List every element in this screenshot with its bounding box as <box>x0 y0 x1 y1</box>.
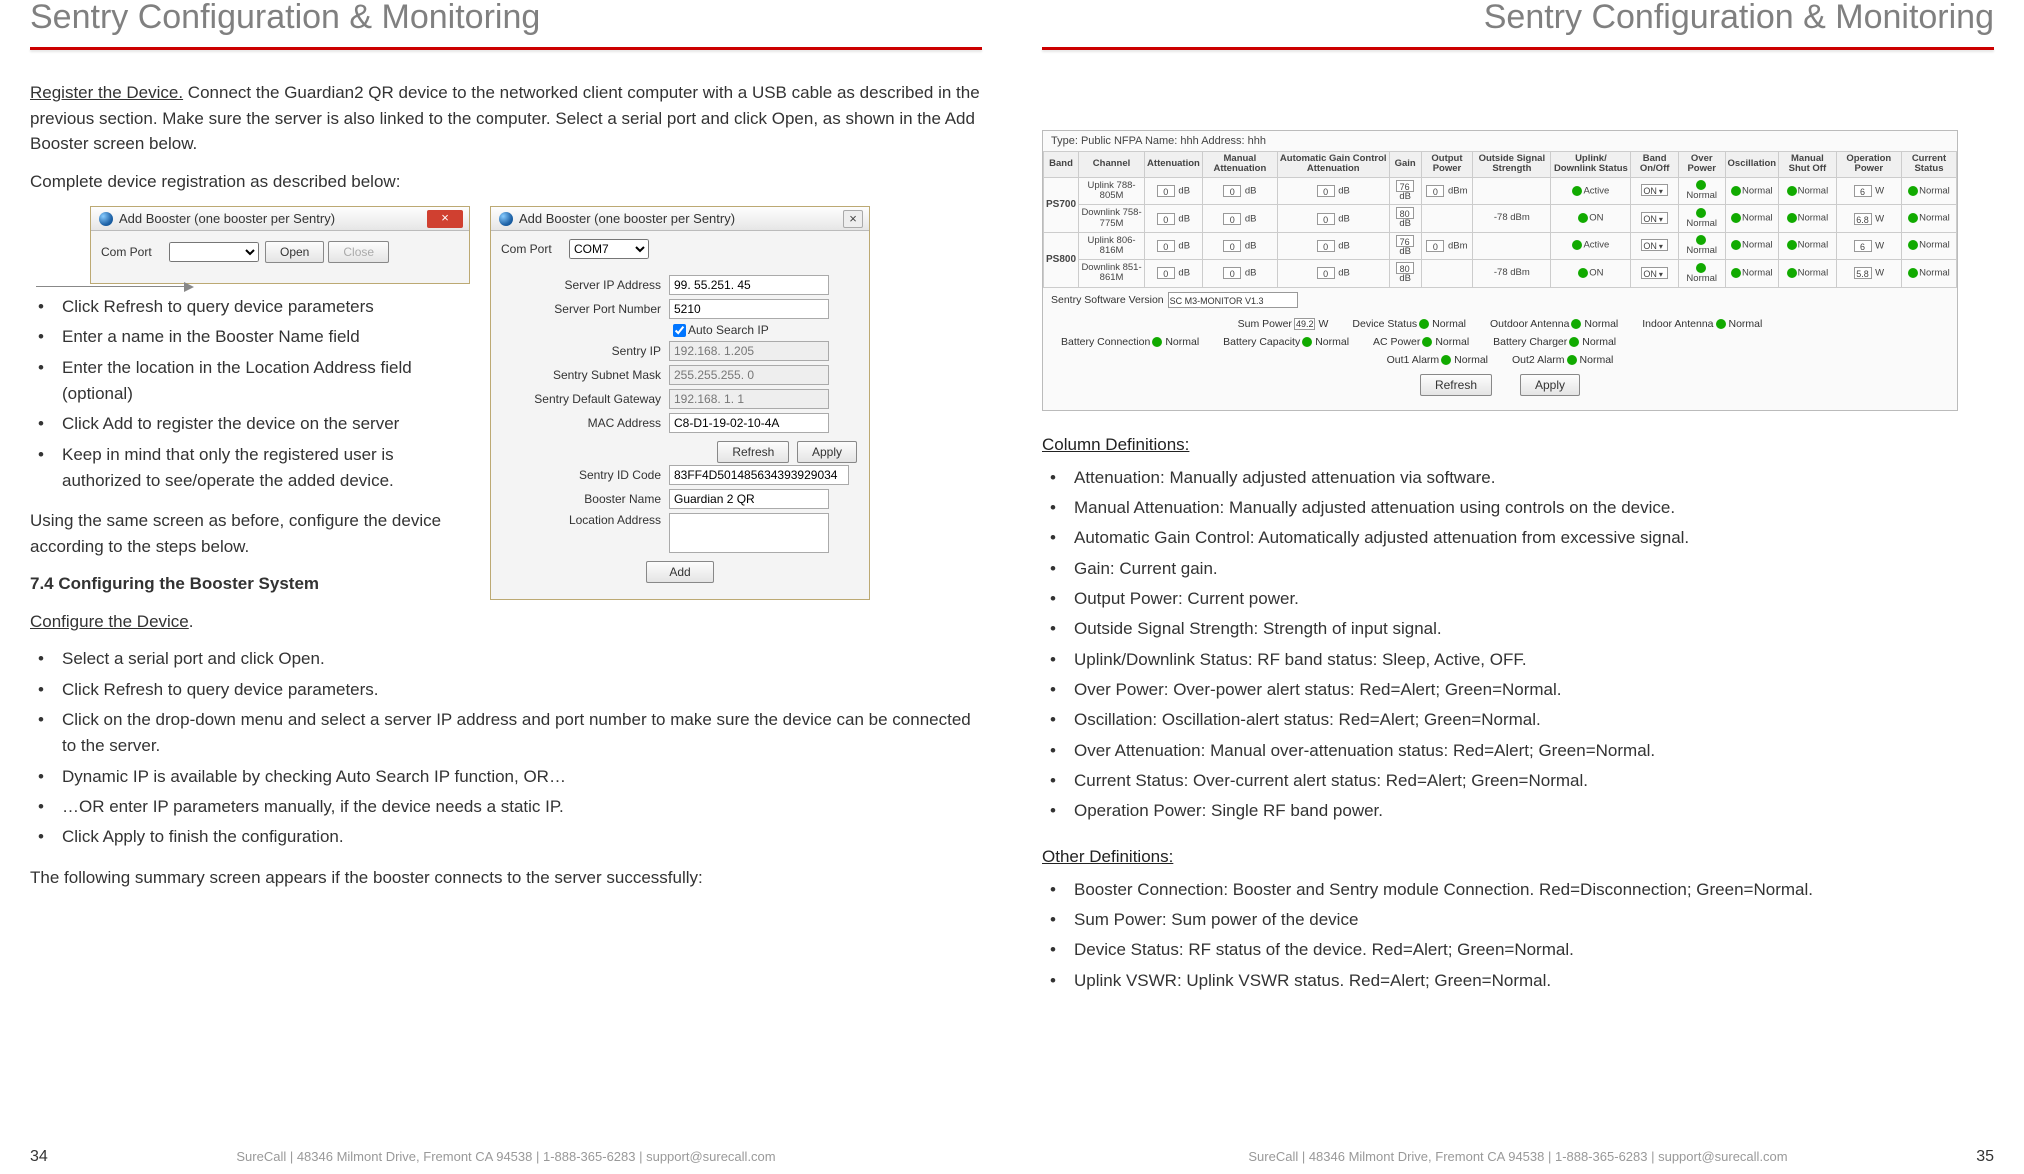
list-item: Device Status: RF status of the device. … <box>1046 937 1994 963</box>
status-led-icon <box>1441 355 1451 365</box>
page-title-left: Sentry Configuration & Monitoring <box>30 0 982 37</box>
list-item: Automatic Gain Control: Automatically ad… <box>1046 525 1994 551</box>
summary-header-row: BandChannelAttenuationManual Attenuation… <box>1044 152 1957 178</box>
add-booster-dialog-small: Add Booster (one booster per Sentry) × C… <box>90 206 470 284</box>
complete-reg-text: Complete device registration as describe… <box>30 169 982 195</box>
mac-input[interactable] <box>669 413 829 433</box>
comport-select-2[interactable]: COM7 <box>569 239 649 259</box>
table-row: Downlink 758-775M0 dB0 dB0 dB80 dB-78 dB… <box>1044 205 1957 232</box>
add-button[interactable]: Add <box>646 561 713 583</box>
summary-panel: Type: Public NFPA Name: hhh Address: hhh… <box>1042 130 1958 411</box>
configure-head: Configure the Device. <box>30 609 470 635</box>
list-item: Over Attenuation: Manual over-attenuatio… <box>1046 738 1994 764</box>
globe-icon <box>99 212 113 226</box>
list-item: …OR enter IP parameters manually, if the… <box>34 794 982 820</box>
page-number-right: 35 <box>1976 1148 1994 1166</box>
sentry-ip-input <box>669 341 829 361</box>
table-row: PS700Uplink 788-805M0 dB0 dB0 dB76 dB0 d… <box>1044 177 1957 204</box>
status-led-icon <box>1419 319 1429 329</box>
list-item: Sum Power: Sum power of the device <box>1046 907 1994 933</box>
refresh-button[interactable]: Refresh <box>717 441 789 463</box>
summary-refresh-button[interactable]: Refresh <box>1420 374 1492 396</box>
summary-tbody: PS700Uplink 788-805M0 dB0 dB0 dB76 dB0 d… <box>1044 177 1957 287</box>
list-register-steps: Click Refresh to query device parameters… <box>30 294 470 494</box>
page-title-right: Sentry Configuration & Monitoring <box>1042 0 1994 37</box>
dialog-title: Add Booster (one booster per Sentry) × <box>91 207 469 231</box>
status-led-icon <box>1302 337 1312 347</box>
footer-right: SureCall | 48346 Milmont Drive, Fremont … <box>1012 1149 2024 1164</box>
page-number-left: 34 <box>30 1148 48 1166</box>
close-icon[interactable]: × <box>427 210 463 228</box>
close-icon[interactable]: × <box>843 210 863 228</box>
table-row: PS800Uplink 806-816M0 dB0 dB0 dB76 dB0 d… <box>1044 232 1957 259</box>
list-item: Dynamic IP is available by checking Auto… <box>34 764 982 790</box>
open-button[interactable]: Open <box>265 241 324 263</box>
arrow-icon <box>36 286 186 287</box>
version-input: SC M3-MONITOR V1.3 <box>1168 292 1298 308</box>
status-led-icon <box>1571 319 1581 329</box>
list-configure-steps: Select a serial port and click Open. Clic… <box>30 646 982 850</box>
list-item: Click Refresh to query device parameters <box>34 294 470 320</box>
list-item: Keep in mind that only the registered us… <box>34 442 470 495</box>
status-led-icon <box>1567 355 1577 365</box>
following-text: The following summary screen appears if … <box>30 865 982 891</box>
summary-top: Type: Public NFPA Name: hhh Address: hhh <box>1043 131 1957 151</box>
status-led-icon <box>1569 337 1579 347</box>
register-head: Register the Device. <box>30 83 183 102</box>
gateway-input <box>669 389 829 409</box>
list-otherdef: Booster Connection: Booster and Sentry m… <box>1042 877 1994 994</box>
subnet-input <box>669 365 829 385</box>
list-item: Oscillation: Oscillation-alert status: R… <box>1046 707 1994 733</box>
status-led-icon <box>1422 337 1432 347</box>
apply-button[interactable]: Apply <box>797 441 857 463</box>
otherdef-head: Other Definitions: <box>1042 847 1994 867</box>
status-led-icon <box>1152 337 1162 347</box>
register-text: Register the Device. Connect the Guardia… <box>30 80 982 157</box>
list-item: Click Add to register the device on the … <box>34 411 470 437</box>
list-item: Click Apply to finish the configuration. <box>34 824 982 850</box>
list-item: Enter a name in the Booster Name field <box>34 324 470 350</box>
close-button[interactable]: Close <box>328 241 389 263</box>
list-item: Booster Connection: Booster and Sentry m… <box>1046 877 1994 903</box>
table-row: Downlink 851-861M0 dB0 dB0 dB80 dB-78 dB… <box>1044 260 1957 287</box>
title-rule <box>1042 47 1994 50</box>
title-rule <box>30 47 982 50</box>
summary-apply-button[interactable]: Apply <box>1520 374 1580 396</box>
list-item: Click on the drop-down menu and select a… <box>34 707 982 760</box>
list-item: Enter the location in the Location Addre… <box>34 355 470 408</box>
list-item: Over Power: Over-power alert status: Red… <box>1046 677 1994 703</box>
status-led-icon <box>1716 319 1726 329</box>
list-item: Click Refresh to query device parameters… <box>34 677 982 703</box>
summary-table: BandChannelAttenuationManual Attenuation… <box>1043 151 1957 288</box>
section-7-4-head: 7.4 Configuring the Booster System <box>30 571 470 597</box>
list-coldef: Attenuation: Manually adjusted attenuati… <box>1042 465 1994 825</box>
list-item: Attenuation: Manually adjusted attenuati… <box>1046 465 1994 491</box>
list-item: Current Status: Over-current alert statu… <box>1046 768 1994 794</box>
autosearch-checkbox[interactable] <box>673 324 686 337</box>
coldef-head: Column Definitions: <box>1042 435 1994 455</box>
server-ip-input[interactable] <box>669 275 829 295</box>
list-item: Output Power: Current power. <box>1046 586 1994 612</box>
comport-select[interactable] <box>169 242 259 262</box>
booster-name-input[interactable] <box>669 489 829 509</box>
list-item: Manual Attenuation: Manually adjusted at… <box>1046 495 1994 521</box>
list-item: Outside Signal Strength: Strength of inp… <box>1046 616 1994 642</box>
server-port-input[interactable] <box>669 299 829 319</box>
list-item: Uplink VSWR: Uplink VSWR status. Red=Ale… <box>1046 968 1994 994</box>
footer-left: 34 SureCall | 48346 Milmont Drive, Fremo… <box>0 1149 1012 1164</box>
list-item: Select a serial port and click Open. <box>34 646 982 672</box>
comport-label: Com Port <box>101 245 161 259</box>
id-input[interactable] <box>669 465 849 485</box>
list-item: Gain: Current gain. <box>1046 556 1994 582</box>
using-same-text: Using the same screen as before, configu… <box>30 508 470 559</box>
globe-icon <box>499 212 513 226</box>
dialog-title-2: Add Booster (one booster per Sentry) × <box>491 207 869 231</box>
add-booster-dialog-tall: Add Booster (one booster per Sentry) × C… <box>490 206 870 600</box>
list-item: Uplink/Downlink Status: RF band status: … <box>1046 647 1994 673</box>
location-address-input[interactable] <box>669 513 829 553</box>
list-item: Operation Power: Single RF band power. <box>1046 798 1994 824</box>
